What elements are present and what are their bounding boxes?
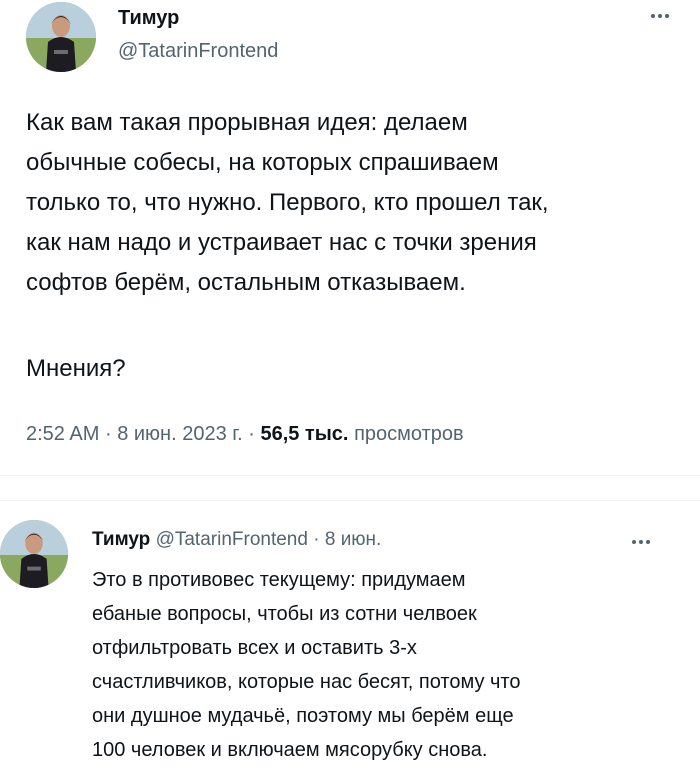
tweet-meta: 2:52 AM · 8 июн. 2023 г. · 56,5 тыс. про… (26, 421, 464, 447)
avatar[interactable] (0, 520, 68, 588)
author-name[interactable]: Тимур (118, 6, 179, 30)
more-icon[interactable] (632, 540, 650, 544)
views-label: просмотров (354, 423, 464, 445)
meta-separator: · (104, 423, 112, 445)
reply-author-name[interactable]: Тимур (92, 529, 150, 550)
main-tweet: Тимур @TatarinFrontend Как вам такая про… (0, 0, 700, 476)
reply-header: Тимур @TatarinFrontend · 8 июн. (92, 528, 381, 552)
tweet-text: Как вам такая прорывная идея: делаем обы… (26, 109, 549, 296)
reply-text: Это в противовес текущему: придумаем еба… (92, 569, 521, 761)
views-count[interactable]: 56,5 тыс. (260, 423, 348, 445)
avatar[interactable] (26, 2, 96, 72)
more-icon[interactable] (651, 14, 669, 18)
reply-author-handle[interactable]: @TatarinFrontend (156, 529, 308, 550)
avatar-photo (0, 520, 68, 588)
avatar-photo (26, 2, 96, 72)
divider (0, 475, 700, 476)
meta-separator: · (313, 529, 320, 550)
tweet-question: Мнения? (26, 355, 126, 382)
divider (0, 500, 700, 501)
tweet-date[interactable]: 8 июн. 2023 г. (117, 423, 242, 445)
reply-date[interactable]: 8 июн. (325, 529, 381, 550)
author-handle[interactable]: @TatarinFrontend (118, 39, 278, 63)
meta-separator: · (248, 423, 255, 445)
tweet-time[interactable]: 2:52 AM (26, 423, 99, 445)
